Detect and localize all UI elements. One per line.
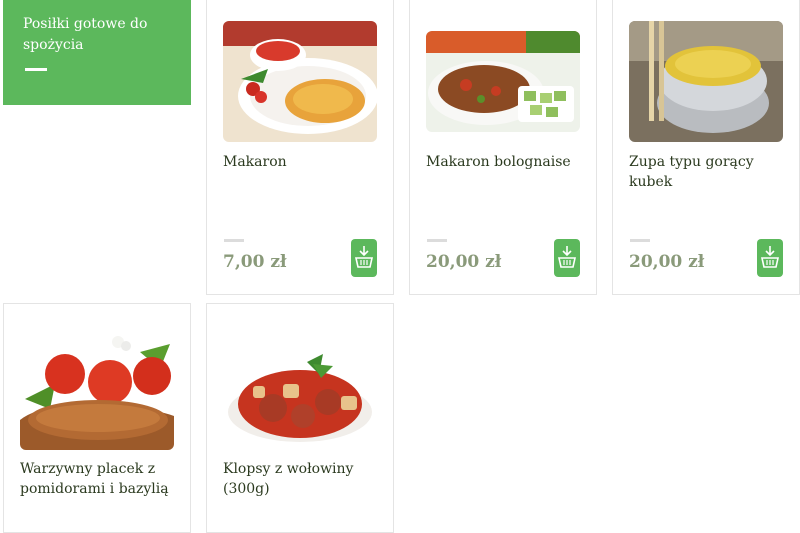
product-image-makaron-bolognaise[interactable] [426,31,580,132]
add-to-cart-button[interactable] [757,239,783,277]
category-title: Posiłki gotowe do spożycia [23,16,148,53]
product-name[interactable]: Makaron [223,152,377,172]
product-image-makaron[interactable] [223,21,377,142]
product-card-warzywny-placek[interactable]: Warzywny placek z pomidorami i bazylią [3,303,191,533]
cart-add-icon [761,246,779,268]
category-tile[interactable]: Posiłki gotowe do spożycia [3,0,191,105]
product-name[interactable]: Warzywny placek z pomidorami i bazylią [20,459,174,499]
product-price: 20,00 zł [426,252,502,272]
product-price: 7,00 zł [223,252,287,272]
product-name[interactable]: Makaron bolognaise [426,152,580,172]
product-name[interactable]: Klopsy z wołowiny (300g) [223,459,377,499]
category-underline [25,68,47,71]
product-card-makaron[interactable]: Makaron 7,00 zł [206,0,394,295]
price-separator [630,239,650,242]
price-separator [224,239,244,242]
cart-add-icon [558,246,576,268]
product-price: 20,00 zł [629,252,705,272]
product-card-zupa[interactable]: Zupa typu gorący kubek 20,00 zł [612,0,800,295]
cart-add-icon [355,246,373,268]
product-image-zupa[interactable] [629,21,783,142]
price-separator [427,239,447,242]
product-card-makaron-bolognaise[interactable]: Makaron bolognaise 20,00 zł [409,0,597,295]
add-to-cart-button[interactable] [554,239,580,277]
product-image-warzywny-placek[interactable] [20,324,174,450]
product-name[interactable]: Zupa typu gorący kubek [629,152,783,192]
add-to-cart-button[interactable] [351,239,377,277]
product-image-klopsy[interactable] [223,324,377,450]
product-card-klopsy[interactable]: Klopsy z wołowiny (300g) [206,303,394,533]
